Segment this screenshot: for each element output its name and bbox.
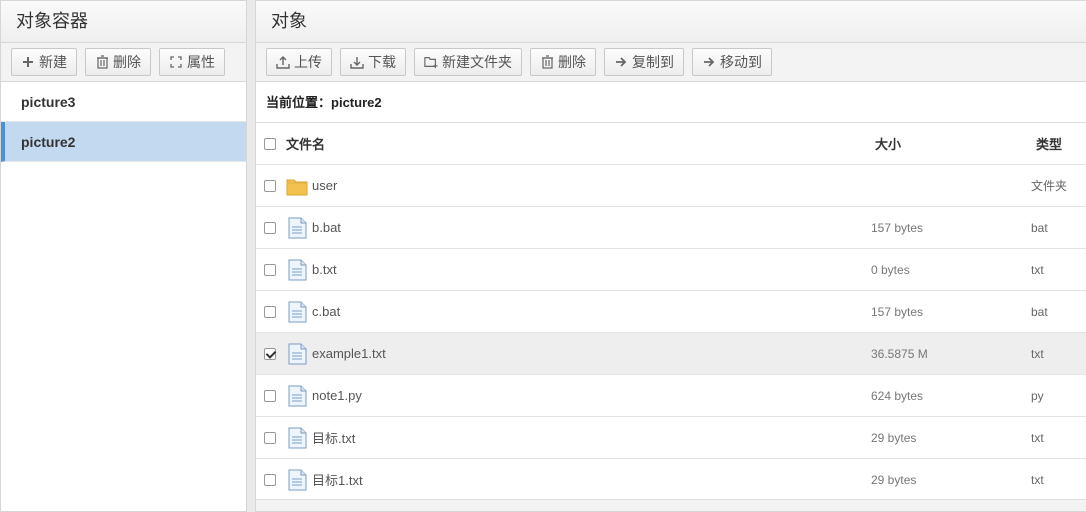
file-name[interactable]: example1.txt xyxy=(312,346,386,361)
file-size: 29 bytes xyxy=(871,472,917,487)
file-name[interactable]: b.txt xyxy=(312,262,337,277)
container-item-picture3[interactable]: picture3 xyxy=(1,82,246,122)
file-type: txt xyxy=(1031,430,1044,445)
column-header-size[interactable]: 大小 xyxy=(871,134,1031,153)
file-type: bat xyxy=(1031,220,1048,235)
folder-icon xyxy=(286,175,308,197)
file-name[interactable]: note1.py xyxy=(312,388,362,403)
container-panel-title: 对象容器 xyxy=(1,1,246,43)
column-header-name[interactable]: 文件名 xyxy=(286,134,871,153)
new-folder-label: 新建文件夹 xyxy=(442,54,512,70)
table-row[interactable]: 目标1.txt 29 bytes txt xyxy=(256,459,1086,501)
current-location: 当前位置：picture2 xyxy=(256,82,1086,123)
new-folder-button[interactable]: 新建文件夹 xyxy=(414,48,522,76)
table-row[interactable]: 目标.txt 29 bytes txt xyxy=(256,417,1086,459)
location-value: picture2 xyxy=(331,95,382,110)
file-icon xyxy=(286,343,308,365)
new-folder-icon xyxy=(424,55,438,69)
file-type: py xyxy=(1031,388,1044,403)
table-row[interactable]: user 文件夹 xyxy=(256,165,1086,207)
table-row[interactable]: note1.py 624 bytes py xyxy=(256,375,1086,417)
file-size: 624 bytes xyxy=(871,388,924,403)
plus-icon xyxy=(21,55,35,69)
column-header-type[interactable]: 类型 xyxy=(1031,134,1086,153)
table-header: 文件名 大小 类型 xyxy=(256,123,1086,165)
upload-label: 上传 xyxy=(294,54,322,70)
container-list: picture3 picture2 xyxy=(1,82,246,162)
file-name[interactable]: b.bat xyxy=(312,220,341,235)
file-icon xyxy=(286,259,308,281)
download-icon xyxy=(350,55,364,69)
container-item-picture2[interactable]: picture2 xyxy=(1,122,246,162)
file-name[interactable]: 目标1.txt xyxy=(312,470,363,489)
row-checkbox[interactable] xyxy=(264,389,276,402)
file-name[interactable]: c.bat xyxy=(312,304,340,319)
file-name[interactable]: 目标.txt xyxy=(312,428,355,447)
file-name[interactable]: user xyxy=(312,178,337,193)
file-type: bat xyxy=(1031,304,1048,319)
file-rows: user 文件夹 b.bat 157 bytes bat b.txt 0 bytes txt c… xyxy=(256,165,1086,501)
row-checkbox[interactable] xyxy=(264,179,276,192)
delete-container-label: 删除 xyxy=(113,54,141,70)
container-panel: 对象容器 新建 删除 属性 picture3 picture2 xyxy=(0,0,247,512)
table-row[interactable]: b.txt 0 bytes txt xyxy=(256,249,1086,291)
container-toolbar: 新建 删除 属性 xyxy=(1,43,246,82)
copy-to-button[interactable]: 复制到 xyxy=(604,48,684,76)
properties-label: 属性 xyxy=(187,54,215,70)
new-container-label: 新建 xyxy=(39,54,67,70)
file-icon xyxy=(286,427,308,449)
row-checkbox[interactable] xyxy=(264,305,276,318)
upload-icon xyxy=(276,55,290,69)
table-row[interactable]: c.bat 157 bytes bat xyxy=(256,291,1086,333)
download-button[interactable]: 下载 xyxy=(340,48,406,76)
delete-object-button[interactable]: 删除 xyxy=(530,48,596,76)
file-icon xyxy=(286,385,308,407)
file-size: 157 bytes xyxy=(871,220,924,235)
file-type: txt xyxy=(1031,262,1044,277)
object-panel-title: 对象 xyxy=(256,1,1086,43)
file-size: 0 bytes xyxy=(871,262,910,277)
trash-icon xyxy=(95,55,109,69)
file-icon xyxy=(286,301,308,323)
download-label: 下载 xyxy=(368,54,396,70)
move-to-label: 移动到 xyxy=(720,54,762,70)
new-container-button[interactable]: 新建 xyxy=(11,48,77,76)
row-checkbox[interactable] xyxy=(264,221,276,234)
file-type: 文件夹 xyxy=(1031,179,1068,193)
arrow-right-icon xyxy=(614,55,628,69)
trash-icon xyxy=(540,55,554,69)
file-size: 29 bytes xyxy=(871,430,917,445)
file-table: 文件名 大小 类型 user 文件夹 b.bat 157 bytes bat b.txt 0… xyxy=(256,123,1086,501)
table-row[interactable]: b.bat 157 bytes bat xyxy=(256,207,1086,249)
copy-to-label: 复制到 xyxy=(632,54,674,70)
file-size: 157 bytes xyxy=(871,304,924,319)
table-row[interactable]: example1.txt 36.5875 M txt xyxy=(256,333,1086,375)
file-type: txt xyxy=(1031,346,1044,361)
row-checkbox[interactable] xyxy=(264,263,276,276)
file-icon xyxy=(286,217,308,239)
row-checkbox[interactable] xyxy=(264,347,276,360)
file-type: txt xyxy=(1031,472,1044,487)
file-icon xyxy=(286,469,308,491)
upload-button[interactable]: 上传 xyxy=(266,48,332,76)
pagination-bar xyxy=(256,499,1086,511)
location-label: 当前位置： xyxy=(266,95,332,110)
expand-icon xyxy=(169,55,183,69)
delete-container-button[interactable]: 删除 xyxy=(85,48,151,76)
properties-button[interactable]: 属性 xyxy=(159,48,225,76)
arrow-right-icon xyxy=(702,55,716,69)
object-toolbar: 上传 下载 新建文件夹 删除 复制到 移动到 xyxy=(256,43,1086,82)
delete-object-label: 删除 xyxy=(558,54,586,70)
object-panel: 对象 上传 下载 新建文件夹 删除 复制到 移动到 当前位置：picture2 … xyxy=(255,0,1086,512)
file-size: 36.5875 M xyxy=(871,346,928,361)
select-all-checkbox[interactable] xyxy=(264,137,276,150)
row-checkbox[interactable] xyxy=(264,473,276,486)
row-checkbox[interactable] xyxy=(264,431,276,444)
move-to-button[interactable]: 移动到 xyxy=(692,48,772,76)
